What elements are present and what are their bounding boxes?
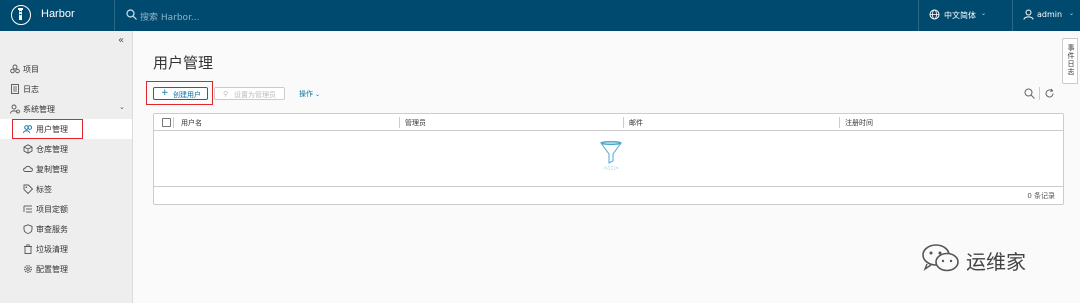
projects-icon [10, 64, 20, 74]
gear-icon [24, 265, 32, 273]
harbor-logo-icon[interactable] [11, 5, 31, 25]
wechat-watermark: 运维家 [921, 240, 1061, 276]
wechat-icon [922, 244, 959, 272]
user-menu[interactable]: admin ⌄ [1012, 0, 1080, 31]
globe-icon [929, 9, 940, 20]
toolbar-divider [1039, 87, 1040, 100]
actions-label: 操作 [299, 90, 313, 98]
sidebar-item-labels[interactable]: 标签 [0, 179, 132, 199]
column-divider[interactable] [839, 117, 840, 128]
language-selector[interactable]: 中文简体 ⌄ [918, 0, 1006, 31]
sidebar-item-configuration[interactable]: 配置管理 [0, 259, 132, 279]
sidebar-item-quotas[interactable]: 项目定额 [0, 199, 132, 219]
sidebar-item-label: 配置管理 [36, 265, 68, 274]
sidebar-item-label: 标签 [36, 185, 52, 194]
sidebar-item-label: 系统管理 [23, 105, 55, 114]
replication-icon [23, 165, 33, 172]
search-icon [126, 9, 137, 20]
chevron-down-icon: ⌄ [119, 103, 125, 111]
trash-icon [24, 244, 32, 254]
event-log-tab[interactable]: 事件日志 [1062, 38, 1078, 84]
logs-icon [11, 84, 19, 94]
watermark-text: 运维家 [966, 250, 1026, 274]
column-header-admin[interactable]: 管理员 [405, 118, 426, 128]
set-admin-label: 设置为管理员 [234, 91, 276, 99]
select-all-checkbox[interactable] [162, 118, 171, 127]
search-icon[interactable] [1024, 88, 1035, 99]
chevron-down-icon: ⌄ [315, 91, 321, 98]
sidebar-item-projects[interactable]: 项目 [0, 59, 132, 79]
column-divider[interactable] [623, 117, 624, 128]
highlight-users-annotation [12, 119, 83, 139]
table-header: 用户名 管理员 邮件 注册时间 [154, 114, 1063, 131]
sidebar-item-label: 项目 [23, 65, 39, 74]
refresh-icon[interactable] [1044, 88, 1055, 99]
user-icon [1023, 9, 1034, 20]
column-divider [173, 117, 174, 128]
sidebar-item-label: 仓库管理 [36, 145, 68, 154]
sidebar-item-admin[interactable]: 系统管理 ⌄ [0, 99, 132, 119]
sidebar-item-registries[interactable]: 仓库管理 [0, 139, 132, 159]
tag-icon [23, 184, 33, 194]
registry-icon [23, 144, 33, 154]
column-header-username[interactable]: 用户名 [181, 118, 202, 128]
sidebar-item-interrogation[interactable]: 审查服务 [0, 219, 132, 239]
key-icon: ⚲ [223, 90, 229, 98]
sidebar-item-label: 垃圾清理 [36, 245, 68, 254]
sidebar-item-replications[interactable]: 复制管理 [0, 159, 132, 179]
set-admin-button[interactable]: ⚲ 设置为管理员 [214, 87, 285, 100]
sidebar-item-label: 审查服务 [36, 225, 68, 234]
page-title: 用户管理 [153, 55, 214, 72]
column-header-email[interactable]: 邮件 [629, 118, 643, 128]
table-footer: 0 条记录 [154, 186, 1063, 204]
highlight-new-user-annotation [146, 81, 213, 105]
empty-state-funnel-icon [600, 141, 622, 170]
brand-name[interactable]: Harbor [41, 8, 75, 20]
record-count: 0 条记录 [1027, 192, 1055, 200]
global-search[interactable]: 搜索 Harbor... [114, 0, 414, 31]
event-log-label: 事件日志 [1067, 44, 1075, 76]
actions-dropdown[interactable]: 操作 ⌄ [299, 89, 320, 99]
quota-icon [23, 205, 32, 213]
language-label: 中文简体 [944, 11, 976, 20]
admin-icon [10, 104, 20, 114]
users-table: 用户名 管理员 邮件 注册时间 0 条记录 [153, 113, 1064, 205]
shield-icon [23, 224, 33, 234]
top-nav-bar: Harbor 搜索 Harbor... 中文简体 ⌄ admin ⌄ [0, 0, 1080, 31]
search-input[interactable]: 搜索 Harbor... [140, 10, 200, 23]
sidebar-item-label: 项目定额 [36, 205, 68, 214]
sidebar: « 项目 日志 系统管理 ⌄ 用户管理 仓库管理 复制管理 标签 项目定额 审查… [0, 31, 133, 303]
sidebar-item-logs[interactable]: 日志 [0, 79, 132, 99]
chevron-down-icon: ⌄ [981, 10, 987, 17]
chevron-down-icon: ⌄ [1069, 10, 1075, 17]
collapse-sidebar-icon[interactable]: « [118, 35, 124, 46]
sidebar-item-label: 复制管理 [36, 165, 68, 174]
sidebar-item-label: 日志 [23, 85, 39, 94]
column-divider[interactable] [399, 117, 400, 128]
column-header-registration-time[interactable]: 注册时间 [845, 118, 873, 128]
sidebar-item-gc[interactable]: 垃圾清理 [0, 239, 132, 259]
username: admin [1037, 10, 1063, 19]
